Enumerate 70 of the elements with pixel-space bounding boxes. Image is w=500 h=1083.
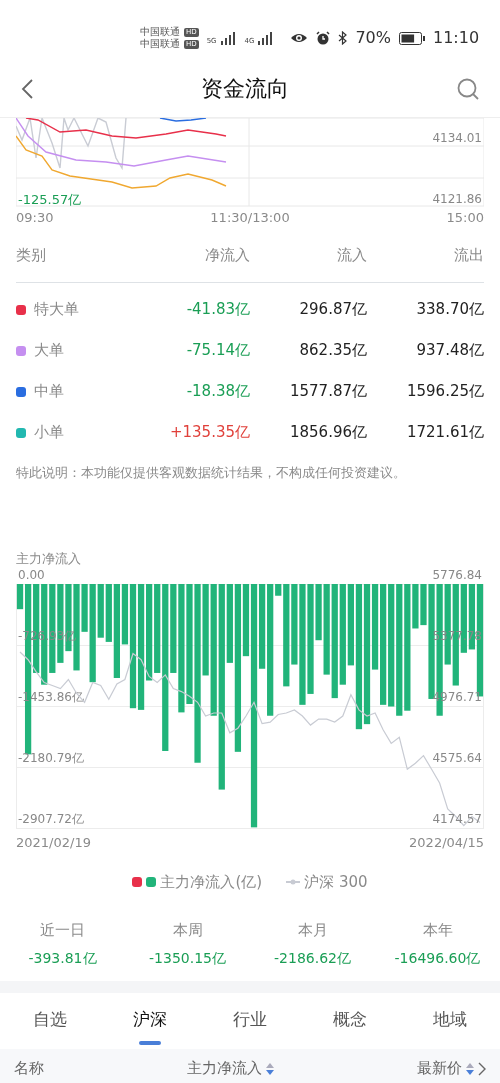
axis-label: -2907.72亿 xyxy=(18,812,84,826)
signal-icon xyxy=(258,31,275,45)
net-inflow-value: +135.35亿 xyxy=(168,422,250,444)
net-inflow-value: -41.83亿 xyxy=(185,299,250,321)
category-tab[interactable]: 沪深 xyxy=(133,1006,167,1045)
category-name: 小单 xyxy=(34,422,64,444)
chart-title: 主力净流入 xyxy=(16,549,82,568)
axis-label: 5776.84 xyxy=(432,568,482,582)
axis-label: 4121.86 xyxy=(432,192,482,206)
carrier-name: 中国联通 xyxy=(140,38,180,50)
period-label: 本月 xyxy=(296,920,329,941)
outflow-value: 338.70亿 xyxy=(415,299,484,321)
inflow-value: 1856.96亿 xyxy=(288,422,367,444)
column-header: 净流入 xyxy=(204,244,250,266)
outflow-value: 1721.61亿 xyxy=(405,422,484,444)
inflow-value: 862.35亿 xyxy=(298,340,367,362)
sort-column-header[interactable]: 名称 xyxy=(14,1056,44,1083)
outflow-value: 937.48亿 xyxy=(415,340,484,362)
sort-icon xyxy=(266,1061,274,1076)
axis-label: 2022/04/15 xyxy=(409,834,484,852)
axis-label: 2021/02/19 xyxy=(16,834,91,852)
carrier-name: 中国联通 xyxy=(140,26,180,38)
net-inflow-value: -75.14亿 xyxy=(185,340,250,362)
chart-value-label: -125.57亿 xyxy=(18,192,82,207)
column-header: 流入 xyxy=(336,244,367,266)
category-tab[interactable]: 地域 xyxy=(433,1006,467,1045)
category-name: 中单 xyxy=(34,381,64,403)
inflow-value: 1577.87亿 xyxy=(288,381,367,403)
axis-label: 15:00 xyxy=(446,209,484,227)
axis-label: 4134.01 xyxy=(432,131,482,145)
axis-label: 0.00 xyxy=(18,568,45,582)
period-label: 近一日 xyxy=(39,920,86,941)
column-header: 类别 xyxy=(16,244,47,266)
category-name: 大单 xyxy=(34,340,64,362)
inflow-value: 296.87亿 xyxy=(298,299,367,321)
category-name: 特大单 xyxy=(34,299,79,321)
battery-percent: 70% xyxy=(355,27,391,49)
bluetooth-icon xyxy=(338,31,348,45)
page-title: 资金流向 xyxy=(201,75,289,103)
legend-label: 沪深 300 xyxy=(304,871,368,893)
back-button[interactable] xyxy=(20,77,34,100)
period-label: 本周 xyxy=(171,920,204,941)
category-tab[interactable]: 概念 xyxy=(333,1006,367,1045)
chevron-right-icon xyxy=(478,1061,486,1076)
eye-icon xyxy=(290,32,309,44)
category-tab[interactable]: 自选 xyxy=(33,1006,67,1045)
period-value: -2186.62亿 xyxy=(273,948,352,968)
signal-icon xyxy=(220,31,237,45)
category-tab[interactable]: 行业 xyxy=(233,1006,267,1045)
period-value: -393.81亿 xyxy=(27,948,98,968)
axis-label: 4575.64 xyxy=(432,750,482,765)
period-value: -1350.15亿 xyxy=(148,948,227,968)
search-button[interactable] xyxy=(456,76,480,101)
battery-icon xyxy=(399,31,425,45)
legend-label: 主力净流入(亿) xyxy=(160,871,263,893)
axis-label: -2180.79亿 xyxy=(18,751,84,765)
outflow-value: 1596.25亿 xyxy=(405,381,484,403)
net-inflow-value: -18.38亿 xyxy=(185,381,250,403)
sort-icon xyxy=(466,1061,474,1076)
sort-column-header[interactable]: 主力净流入 xyxy=(187,1056,274,1083)
disclaimer-text: 特此说明：本功能仅提供客观数据统计结果，不构成任何投资建议。 xyxy=(16,464,407,482)
column-header: 流出 xyxy=(453,244,484,266)
axis-label: 4174.57 xyxy=(432,812,482,826)
clock-time: 11:10 xyxy=(433,27,480,49)
axis-label: 11:30/13:00 xyxy=(210,209,290,227)
sort-column-header[interactable]: 最新价 xyxy=(417,1056,486,1083)
axis-label: 09:30 xyxy=(16,209,54,227)
period-label: 本年 xyxy=(421,920,454,941)
period-value: -16496.60亿 xyxy=(393,948,482,968)
alarm-icon xyxy=(316,31,331,45)
